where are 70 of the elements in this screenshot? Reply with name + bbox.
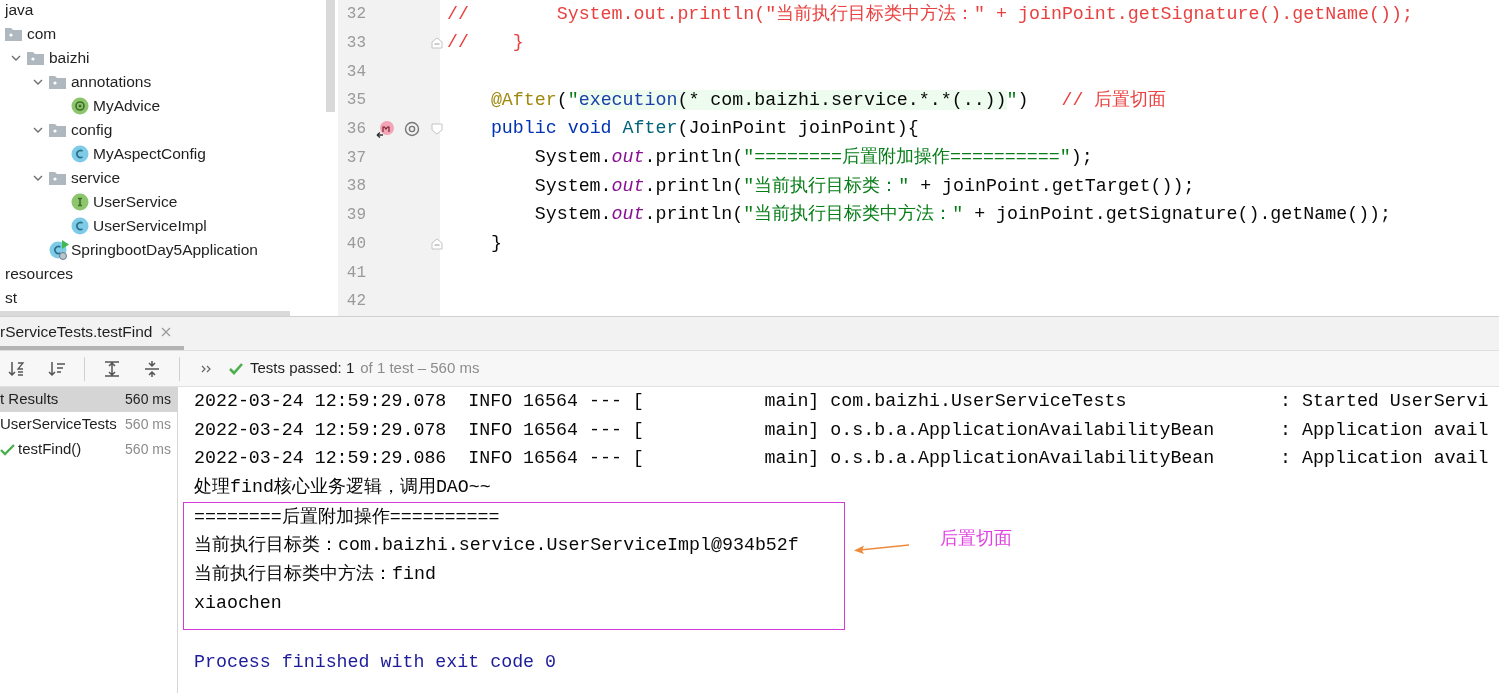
console-line: 当前执行目标类：com.baizhi.service.UserServiceImpl@934b52f [194,534,800,558]
line-number: 35 [345,90,366,112]
fold-marker-icon [431,123,443,136]
tree-item[interactable]: MyAspectConfig [93,142,206,166]
tree-item[interactable]: annotations [71,70,152,94]
code-line: public void After(JoinPoint joinPoint){ [489,117,919,141]
result-row[interactable]: t Results 560 ms [0,387,177,412]
line-number: 38 [345,176,366,198]
annotation-icon [71,97,89,115]
line-number: 32 [345,4,366,26]
console-line: xiaochen [194,591,283,615]
class-icon [71,145,89,163]
close-icon [160,325,173,338]
line-number: 39 [345,205,366,227]
line-number: 34 [345,61,366,83]
console-line: Process finished with exit code 0 [193,650,558,674]
result-row[interactable]: UserServiceTests 560 ms [0,412,177,437]
line-number: 40 [345,233,366,255]
tree-item[interactable]: MyAdvice [93,94,161,118]
code-line: System.out.println("========后置附加操作=========="); [533,146,1093,170]
annotation-marker-icon [404,121,420,138]
console-line: 2022-03-24 12:59:29.086 INFO 16564 --- [ main] o.s.b.a.ApplicationAvailabilityBean : Application avail [193,447,1490,471]
code-line: // System.out.println("当前执行目标类中方法：" + joinPoint.getSignature().getName()); [446,2,1413,26]
folder-icon [49,75,66,89]
application-icon [49,240,69,260]
console-line: 2022-03-24 12:59:29.078 INFO 16564 --- [ main] o.s.b.a.ApplicationAvailabilityBean : Application avail [193,418,1490,442]
folder-icon [49,171,66,185]
folder-icon [27,51,44,65]
code-line: System.out.println("当前执行目标类：" + joinPoint.getTarget()); [533,174,1195,198]
class-icon [71,217,89,235]
tree-item[interactable]: com [27,22,57,46]
implements-marker-icon [376,120,396,139]
console-line: 处理find核心业务逻辑，调用DAO~~ [193,476,492,500]
fold-marker-icon [431,37,443,50]
callout-arrow [854,542,910,554]
tree-item[interactable]: config [71,118,113,142]
code-line: @After("execution(* com.baizhi.service.*.*(..))") // 后置切面 [489,88,1167,112]
console-line: ========后置附加操作========== [194,505,501,529]
sort-alphabetical-icon [8,359,26,378]
tree-item[interactable]: java [5,0,34,22]
line-number: 33 [345,33,366,55]
code-line: } [489,232,502,256]
result-row[interactable]: testFind() 560 ms [0,437,177,462]
tree-item[interactable]: st [5,286,18,310]
tree-item[interactable]: UserService [93,190,178,214]
fold-marker-icon [431,237,443,250]
test-status: Tests passed: 1 [250,358,355,379]
interface-icon [71,193,89,211]
tree-item[interactable]: service [71,166,121,190]
console-line: 2022-03-24 12:59:29.078 INFO 16564 --- [ main] com.baizhi.UserServiceTests : Started UserServi [193,390,1490,413]
tree-item[interactable]: UserServiceImpl [93,214,207,238]
tree-item[interactable]: SpringbootDay5Application [71,238,258,262]
test-summary: of 1 test – 560 ms [360,358,480,379]
line-number: 42 [345,291,366,313]
tree-item[interactable]: resources [5,262,74,286]
expand-all-icon [103,359,121,378]
sort-duration-icon [48,359,66,378]
code-line: System.out.println("当前执行目标类中方法：" + joinPoint.getSignature().getName()); [533,203,1392,227]
code-line: // } [446,31,524,55]
folder-icon [49,123,66,137]
scrollbar[interactable] [0,311,290,316]
line-number: 36 [345,119,366,141]
tree-item[interactable]: baizhi [49,46,90,70]
callout-label: 后置切面 [940,527,1012,550]
console-line: 当前执行目标类中方法：find [194,563,437,587]
line-number: 41 [345,262,366,284]
collapse-all-icon [143,359,161,378]
scrollbar[interactable] [326,0,335,112]
line-number: 37 [345,147,366,169]
folder-icon [5,27,22,41]
